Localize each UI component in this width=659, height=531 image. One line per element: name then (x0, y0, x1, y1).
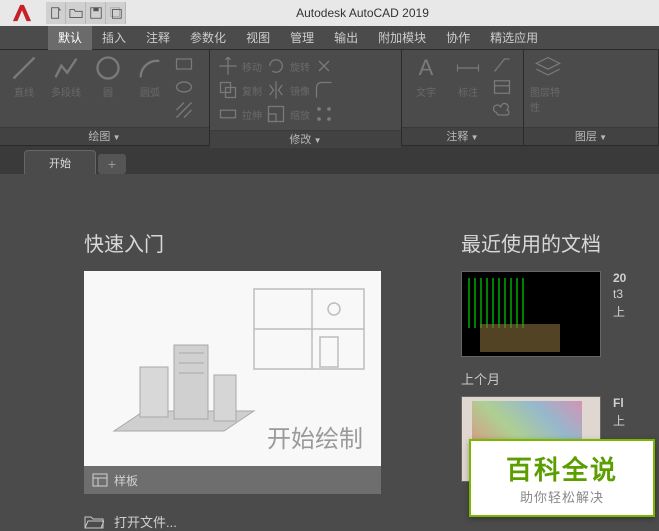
ribbon-panel-annotate: A文字 标注 注释 (402, 50, 524, 145)
recent-sub: 上 (613, 412, 625, 429)
document-tabstrip: 开始 + (0, 146, 659, 174)
folder-open-icon (84, 514, 104, 530)
tool-arc[interactable]: 圆弧 (132, 54, 168, 123)
open-files-label: 打开文件... (114, 512, 177, 531)
qat-save-icon[interactable] (86, 2, 106, 24)
tool-copy-icon[interactable] (218, 80, 238, 100)
ribbon-tab-insert[interactable]: 插入 (92, 26, 136, 50)
tool-rect-icon[interactable] (174, 54, 194, 74)
ribbon-tab-annotate[interactable]: 注释 (136, 26, 180, 50)
ribbon-tab-collab[interactable]: 协作 (436, 26, 480, 50)
tool-stretch-icon[interactable] (218, 104, 238, 124)
ribbon-tab-view[interactable]: 视图 (236, 26, 280, 50)
tool-dimension[interactable]: 标注 (450, 54, 486, 123)
start-drawing-label: 开始绘制 (267, 419, 363, 454)
ribbon-tab-manage[interactable]: 管理 (280, 26, 324, 50)
tool-line[interactable]: 直线 (6, 54, 42, 123)
ribbon-tab-default[interactable]: 默认 (48, 26, 92, 50)
tool-mirror-icon[interactable] (266, 80, 286, 100)
template-icon (92, 472, 108, 488)
watermark-title: 百科全说 (506, 450, 618, 487)
qat-open-icon[interactable] (66, 2, 86, 24)
ribbon: 直线 多段线 圆 圆弧 绘图 移动 旋转 复制 镜像 (0, 50, 659, 146)
template-label: 样板 (114, 472, 138, 489)
tool-scale-icon[interactable] (266, 104, 286, 124)
template-dropdown[interactable]: 样板 (84, 466, 381, 494)
app-logo[interactable] (0, 0, 44, 26)
ribbon-tabs: 默认 插入 注释 参数化 视图 管理 输出 附加模块 协作 精选应用 (0, 26, 659, 50)
tool-hatch-icon[interactable] (174, 100, 194, 120)
recent-title: Fl (613, 396, 625, 410)
ribbon-tab-featured[interactable]: 精选应用 (480, 26, 548, 50)
tool-rotate-icon[interactable] (266, 56, 286, 76)
ribbon-panel-layers: 图层特性 图层 (524, 50, 659, 145)
recent-title: 20 (613, 271, 626, 285)
tool-cloud-icon[interactable] (492, 100, 512, 120)
tool-move-icon[interactable] (218, 56, 238, 76)
recent-thumbnail (461, 271, 601, 357)
qat-saveas-icon[interactable] (106, 2, 126, 24)
tool-array-icon[interactable] (314, 104, 334, 124)
ribbon-panel-title-draw[interactable]: 绘图 (0, 127, 209, 145)
tool-trim-icon[interactable] (314, 56, 334, 76)
quick-access-toolbar (46, 2, 126, 24)
ribbon-panel-title-layers[interactable]: 图层 (524, 127, 658, 145)
quickstart-heading: 快速入门 (84, 228, 381, 257)
quickstart-section: 快速入门 开始绘制 (84, 228, 381, 531)
tool-layer-properties[interactable]: 图层特性 (530, 54, 566, 123)
tool-polyline[interactable]: 多段线 (48, 54, 84, 123)
tool-leader-icon[interactable] (492, 54, 512, 74)
ribbon-tab-parametric[interactable]: 参数化 (180, 26, 236, 50)
start-drawing-tile[interactable]: 开始绘制 (84, 271, 381, 466)
recent-sub2: 上 (613, 303, 626, 320)
tool-fillet-icon[interactable] (314, 80, 334, 100)
watermark-subtitle: 助你轻松解决 (520, 487, 604, 506)
ribbon-tab-output[interactable]: 输出 (324, 26, 368, 50)
watermark-overlay: 百科全说 助你轻松解决 (469, 439, 655, 517)
qat-new-icon[interactable] (46, 2, 66, 24)
title-bar: Autodesk AutoCAD 2019 (0, 0, 659, 26)
document-tab-start[interactable]: 开始 (24, 150, 96, 174)
ribbon-panel-draw: 直线 多段线 圆 圆弧 绘图 (0, 50, 210, 145)
ribbon-panel-title-modify[interactable]: 修改 (210, 130, 401, 148)
add-tab-button[interactable]: + (98, 154, 126, 174)
ribbon-panel-title-annotate[interactable]: 注释 (402, 127, 523, 145)
tool-table-icon[interactable] (492, 77, 512, 97)
open-files-link[interactable]: 打开文件... (84, 512, 381, 531)
recent-sub: t3 (613, 287, 626, 301)
recent-item[interactable]: 20 t3 上 (461, 271, 659, 357)
ribbon-tab-addins[interactable]: 附加模块 (368, 26, 436, 50)
recent-heading: 最近使用的文档 (461, 228, 659, 257)
ribbon-panel-modify: 移动 旋转 复制 镜像 拉伸 缩放 修改 (210, 50, 402, 145)
tool-text[interactable]: A文字 (408, 54, 444, 123)
window-title: Autodesk AutoCAD 2019 (126, 6, 659, 20)
tool-circle[interactable]: 圆 (90, 54, 126, 123)
recent-month-header: 上个月 (461, 369, 659, 388)
tool-ellipse-icon[interactable] (174, 77, 194, 97)
